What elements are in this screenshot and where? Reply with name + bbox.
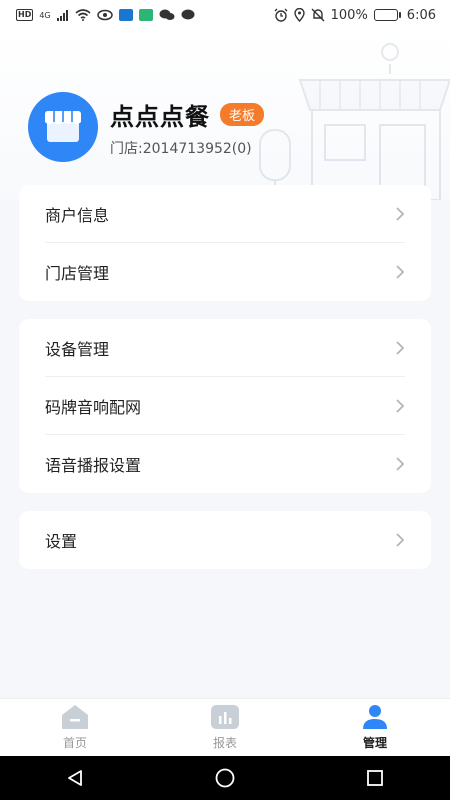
avatar[interactable] <box>28 92 98 162</box>
home-icon <box>62 705 88 729</box>
profile-header: 点点点餐 老板 门店:2014713952(0) <box>0 30 450 200</box>
doc-notification-icon <box>138 9 153 21</box>
hd-indicator: HD <box>16 9 34 21</box>
store-id: 门店:2014713952(0) <box>110 140 252 157</box>
location-icon <box>293 8 305 22</box>
menu-item-label: 语音播报设置 <box>45 456 142 475</box>
app-notification-icon <box>118 9 133 21</box>
battery-percent: 100% <box>330 7 368 23</box>
menu-item-label: 商户信息 <box>45 205 110 225</box>
menu-item-store-management[interactable]: 门店管理 <box>45 243 405 301</box>
tab-home[interactable]: 首页 <box>30 704 120 751</box>
menu-item-speaker-network[interactable]: 码牌音响配网 <box>45 377 405 435</box>
menu-item-label: 码牌音响配网 <box>45 397 142 417</box>
status-bar: HD 4G 100% 6:06 <box>0 0 450 30</box>
profile-info: 点点点餐 老板 门店:2014713952(0) <box>110 97 265 158</box>
recents-square-icon <box>367 770 383 786</box>
alarm-icon <box>274 8 288 22</box>
menu-item-voice-broadcast[interactable]: 语音播报设置 <box>45 435 405 493</box>
tab-label: 报表 <box>212 736 237 750</box>
chevron-right-icon <box>396 340 405 355</box>
battery-icon <box>373 9 401 21</box>
tab-management[interactable]: 管理 <box>330 704 420 751</box>
chevron-right-icon <box>396 265 405 279</box>
shop-icon <box>45 111 81 142</box>
role-badge: 老板 <box>220 102 265 126</box>
nav-recents-button[interactable] <box>345 756 405 800</box>
user-icon <box>363 705 387 729</box>
tab-label: 首页 <box>62 736 87 750</box>
signal-bars-icon <box>56 9 68 21</box>
nav-back-button[interactable] <box>45 756 105 800</box>
menu-item-merchant-info[interactable]: 商户信息 <box>45 185 405 243</box>
chevron-right-icon <box>396 457 405 471</box>
menu-card-devices: 设备管理 码牌音响配网 语音播报设置 <box>19 319 431 493</box>
menu-card-merchant: 商户信息 门店管理 <box>19 185 431 301</box>
menu-item-label: 设备管理 <box>45 339 110 359</box>
menu-item-label: 设置 <box>45 532 78 551</box>
menu-item-label: 门店管理 <box>45 264 110 283</box>
message-icon <box>181 9 195 20</box>
system-nav-bar <box>0 756 450 800</box>
profile-block: 点点点餐 老板 门店:2014713952(0) <box>28 92 265 162</box>
menu-card-settings: 设置 <box>19 511 431 569</box>
wechat-icon <box>159 9 175 20</box>
menu-item-device-management[interactable]: 设备管理 <box>45 319 405 377</box>
tab-label: 管理 <box>362 736 387 750</box>
eye-icon <box>96 9 113 21</box>
back-triangle-icon <box>68 770 82 786</box>
storefront-illustration-icon <box>259 43 450 200</box>
report-icon <box>211 705 239 729</box>
nav-home-button[interactable] <box>195 756 255 800</box>
chevron-right-icon <box>396 533 405 547</box>
bottom-tab-bar: 首页 报表 管理 <box>0 698 450 756</box>
name-row: 点点点餐 老板 <box>110 97 265 132</box>
mute-bell-icon <box>311 8 325 22</box>
wifi-icon <box>75 9 91 21</box>
shop-name: 点点点餐 <box>110 102 210 131</box>
chevron-right-icon <box>396 206 405 221</box>
status-right: 100% 6:06 <box>274 8 436 23</box>
signal-indicator: 4G <box>39 10 51 20</box>
status-left: HD 4G <box>16 9 195 21</box>
menu-item-settings[interactable]: 设置 <box>45 511 405 569</box>
tab-report[interactable]: 报表 <box>180 704 270 751</box>
clock: 6:06 <box>406 7 436 23</box>
chevron-right-icon <box>396 398 405 413</box>
home-circle-icon <box>215 768 235 788</box>
